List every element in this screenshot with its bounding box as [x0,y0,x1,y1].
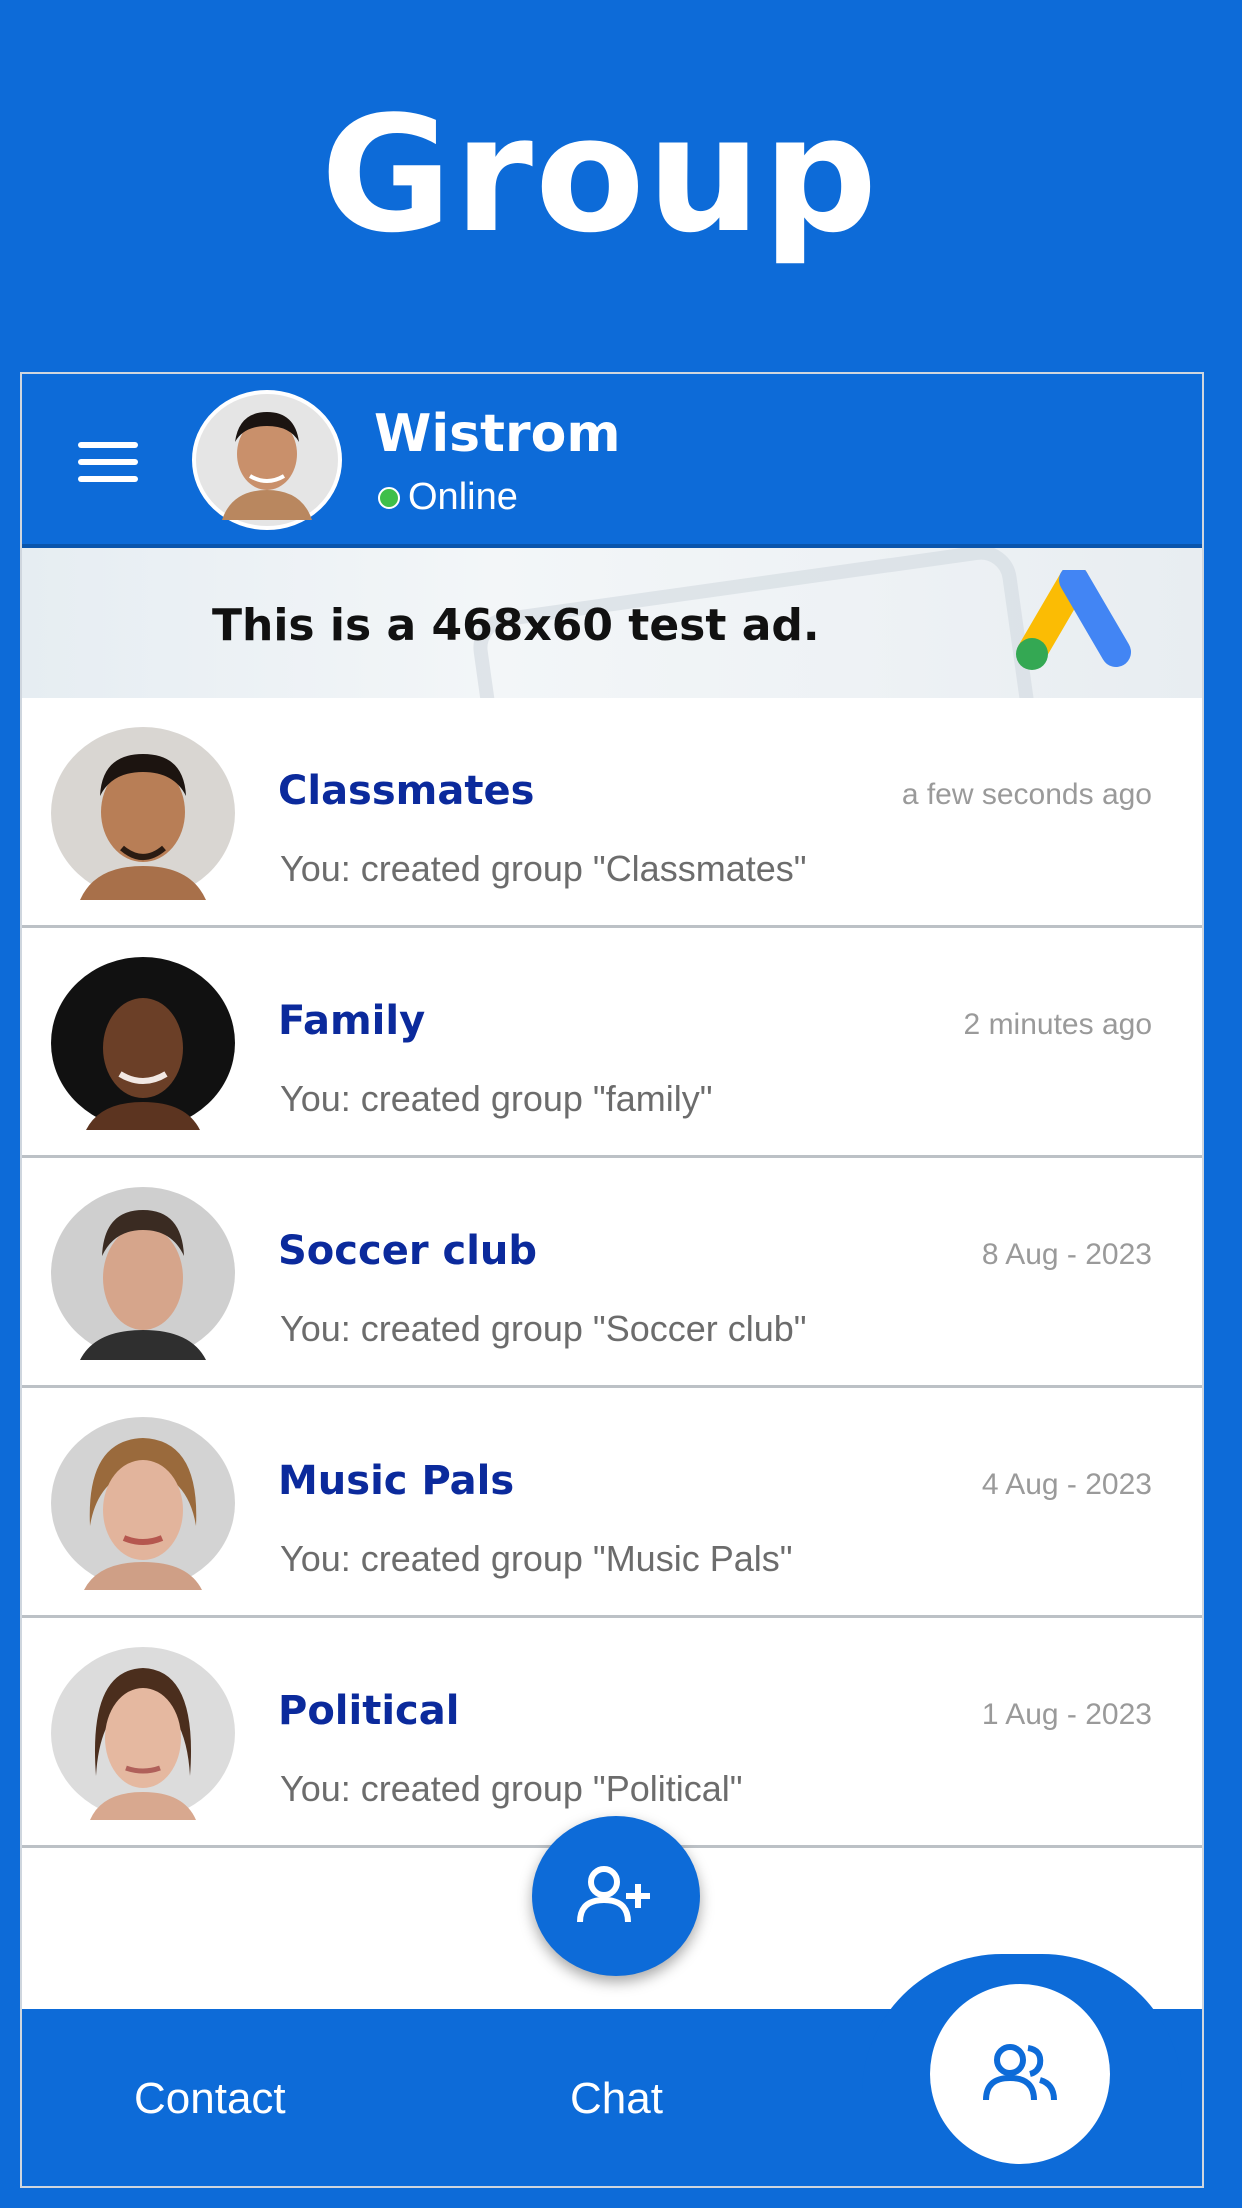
google-ads-logo-icon [1016,570,1131,670]
group-avatar [51,727,235,900]
list-item[interactable]: Music Pals 4 Aug - 2023 You: created gro… [22,1388,1202,1618]
tab-contact[interactable]: Contact [134,2074,286,2124]
group-name: Political [278,1688,460,1734]
group-name: Soccer club [278,1228,538,1274]
app-header: Wistrom Online [22,374,1202,548]
profile-avatar[interactable] [192,390,342,530]
timestamp: 2 minutes ago [963,1008,1152,1041]
group-icon [983,2044,1057,2101]
timestamp: 1 Aug - 2023 [981,1698,1152,1731]
group-name: Classmates [278,768,535,814]
online-dot-icon [378,486,400,509]
group-avatar [51,1187,235,1360]
group-name: Family [278,998,426,1044]
last-message: You: created group "Music Pals" [280,1538,793,1579]
user-name: Wistrom [374,404,621,464]
online-status: Online [378,476,518,519]
group-avatar [51,1417,235,1590]
add-group-button[interactable] [532,1816,700,1976]
tab-group[interactable] [930,1984,1110,2164]
last-message: You: created group "Political" [280,1768,743,1809]
group-name: Music Pals [278,1458,515,1504]
add-user-icon [577,1866,650,1923]
group-avatar [51,957,235,1130]
tab-chat[interactable]: Chat [570,2074,663,2124]
ad-text: This is a 468x60 test ad. [212,600,820,651]
list-item[interactable]: Soccer club 8 Aug - 2023 You: created gr… [22,1158,1202,1388]
timestamp: 4 Aug - 2023 [981,1468,1152,1501]
group-list: Classmates a few seconds ago You: create… [22,698,1202,1848]
ad-banner[interactable]: This is a 468x60 test ad. [22,548,1202,698]
phone-screen: Wistrom Online This is a 468x60 test ad.… [20,372,1204,2188]
list-item[interactable]: Classmates a few seconds ago You: create… [22,698,1202,928]
timestamp: a few seconds ago [901,778,1152,811]
list-item[interactable]: Family 2 minutes ago You: created group … [22,928,1202,1158]
last-message: You: created group "family" [280,1078,713,1119]
timestamp: 8 Aug - 2023 [981,1238,1152,1271]
last-message: You: created group "Soccer club" [280,1308,807,1349]
group-avatar [51,1647,235,1820]
last-message: You: created group "Classmates" [280,848,807,889]
status-label: Online [408,476,518,518]
hamburger-icon[interactable] [78,442,138,482]
list-item[interactable]: Political 1 Aug - 2023 You: created grou… [22,1618,1202,1848]
promo-title: Group [320,81,880,268]
